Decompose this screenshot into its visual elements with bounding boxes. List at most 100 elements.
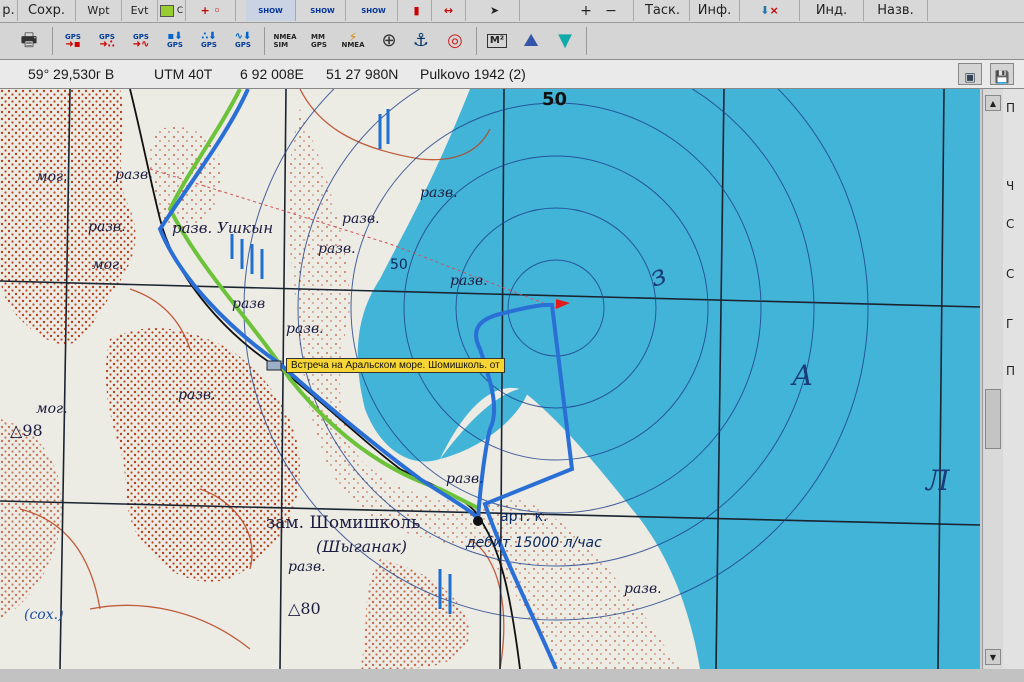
printer-icon: 🖶 [20,30,38,51]
plus-red-icon: + ◦ [200,4,221,17]
side-panel-label: П [1006,101,1016,115]
map-image-button[interactable]: ▣ [958,63,982,85]
width-icon: ↔ [443,4,454,17]
coordinate-status-bar: 59° 29,530г В UTM 40T 6 92 008E 51 27 98… [0,60,1024,89]
scroll-up-button[interactable]: ▲ [985,95,1001,111]
side-panel: П Ч С С Г П [1003,89,1024,669]
map-label: разв. [115,167,153,183]
gps-upload-waypoints-icon: ▪⬇ [167,31,183,42]
northing-readout: 51 27 980N [326,66,399,82]
place-label-shyganak: (Шыганак) [316,537,408,556]
horizontal-scrollbar[interactable] [0,669,1024,682]
gps-download-tracks-icon: ➜∴ [99,39,115,50]
side-panel-label: С [1006,217,1015,231]
zoom-buttons[interactable]: + − [564,0,634,21]
elevation-label: △98 [10,421,43,440]
gps-toolbar: 🖶 GPS ➜▪ GPS ➜∴ GPS ➜∿ ▪⬇ GPS ∴⬇ GPS ∿⬇ GPS NM… [0,23,1024,60]
show-routes-button[interactable]: SHOW [350,0,398,21]
zoom-out-icon: − [605,2,617,19]
gps-upload-tracks-icon: ∴⬇ [201,31,217,42]
gps-upload-waypoints-button[interactable]: ▪⬇ GPS [160,26,190,56]
elevation-profile-button[interactable]: ⛰ [516,26,546,56]
close-red-icon: × [769,4,779,17]
moving-map-gps-icon: MM GPS [311,33,327,49]
map-label: (сох.) [24,607,64,623]
anchor-button[interactable]: ⚓ [406,26,436,56]
side-panel-label: Г [1006,317,1014,331]
scale-button-2[interactable]: ↔ [432,0,466,21]
gps-download-routes-button[interactable]: GPS ➜∿ [126,26,156,56]
arrow-button[interactable]: ➤ [470,0,520,21]
name-button[interactable]: Назв. [864,0,928,21]
add-remove-button[interactable]: + ◦ [186,0,236,21]
triangle-up-icon: ▲ [989,98,997,108]
nmea-sim-button[interactable]: NMEA SIM [270,26,300,56]
color-button[interactable]: C [158,0,186,21]
map-canvas[interactable]: разв. мог. разв. разв. Ушкын мог. разв. … [0,89,980,669]
filter-button[interactable]: ▼ [550,26,580,56]
map-label: разв. [178,387,216,403]
waypoint-button[interactable]: Wpt [76,0,122,21]
gps-download-waypoints-icon: ➜▪ [65,39,81,50]
area-measure-button[interactable]: M² [482,26,512,56]
side-panel-label: Ч [1006,179,1015,193]
map-label: разв. [446,471,484,487]
depth-label: 50 [390,257,408,273]
gps-upload-routes-button[interactable]: ∿⬇ GPS [228,26,258,56]
moving-map-gps-button[interactable]: MM GPS [304,26,334,56]
well-label: арт. к. [500,509,548,525]
map-label: мог. [36,169,68,185]
elevation-label: △80 [288,599,321,618]
map-label: разв. [88,219,126,235]
lifebuoy-button[interactable]: ◎ [440,26,470,56]
map-label: разв. [450,273,488,289]
side-panel-label: С [1006,267,1015,281]
map-label: разв. [624,581,662,597]
info-button[interactable]: Инф. [690,0,740,21]
show-tracks-button[interactable]: SHOW [300,0,346,21]
event-button[interactable]: Evt [122,0,158,21]
scroll-down-button[interactable]: ▼ [985,649,1001,665]
print-button[interactable]: 🖶 [14,26,44,56]
show-waypoints-button[interactable]: SHOW [246,0,296,21]
zoom-in-icon: + [580,2,592,19]
grid-label: 50 [542,89,568,110]
map-label: разв. [342,211,380,227]
main-toolbar: р. Сохр. Wpt Evt C + ◦ SHOW SHOW SHOW ▮ … [0,0,1024,23]
toolbar-separator [52,27,53,55]
center-button[interactable]: ⊕ [374,26,404,56]
utm-zone-readout: UTM 40T [154,66,213,82]
save-map-button[interactable]: 💾 [990,63,1014,85]
map-label: мог. [92,257,124,273]
gps-upload-tracks-button[interactable]: ∴⬇ GPS [194,26,224,56]
funnel-icon: ▼ [558,30,572,51]
tasks-button[interactable]: Таск. [636,0,690,21]
floppy-icon: 💾 [994,70,1010,84]
toolbar-separator [264,27,265,55]
datum-readout: Pulkovo 1942 (2) [420,66,526,82]
save-button[interactable]: Сохр. [18,0,76,21]
gps-download-tracks-button[interactable]: GPS ➜∴ [92,26,122,56]
download-cancel-button[interactable]: ⬇ × [740,0,800,21]
lightning-icon: ⚡ [348,30,358,44]
map-label: разв. [286,321,324,337]
crosshair-icon: ⊕ [381,30,397,51]
vertical-scrollbar[interactable]: ▲ ▼ [982,89,1003,669]
index-button[interactable]: Инд. [800,0,864,21]
map-label: мог. [36,401,68,417]
side-panel-label: П [1006,364,1016,378]
application-window: р. Сохр. Wpt Evt C + ◦ SHOW SHOW SHOW ▮ … [0,0,1024,682]
well-yield-label: дебит 15000 л/час [466,535,602,551]
waypoint-tooltip: Встреча на Аральском море. Шомишколь. от [286,358,505,373]
sea-name-letter: А [792,359,814,392]
gps-download-waypoints-button[interactable]: GPS ➜▪ [58,26,88,56]
map-label: разв. [420,185,458,201]
scale-button-1[interactable]: ▮ [402,0,432,21]
ruler-icon: ▮ [413,4,420,17]
scrollbar-thumb[interactable] [985,389,1001,449]
menu-item-partial[interactable]: р. [0,0,18,21]
settlement-marker [473,516,483,526]
down-arrow-icon: ⬇ [760,4,770,17]
nmea-button[interactable]: ⚡ NMEA [338,26,368,56]
latitude-readout: 59° 29,530г В [28,66,115,82]
